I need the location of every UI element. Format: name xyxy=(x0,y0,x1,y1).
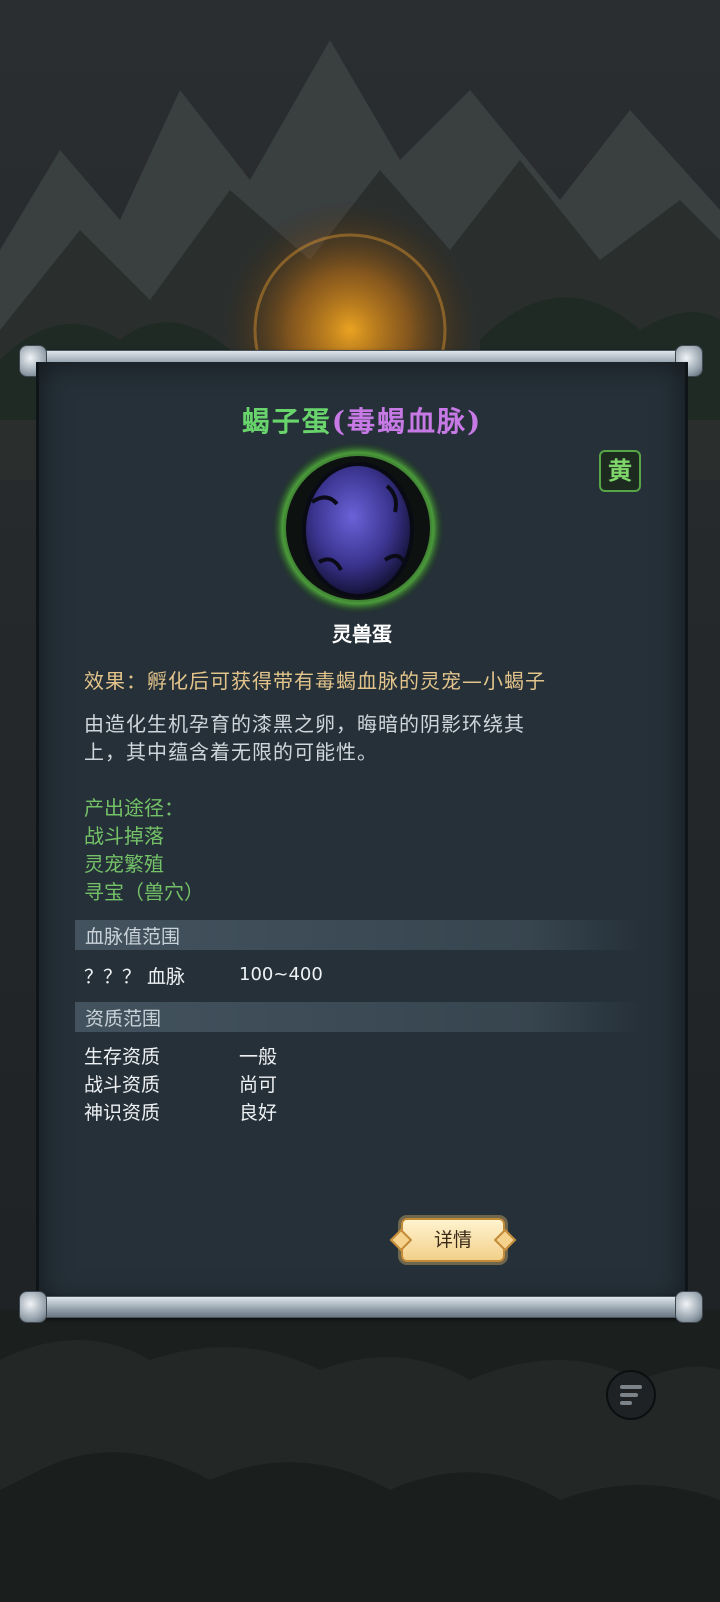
item-type: 灵兽蛋 xyxy=(332,622,392,646)
grade-badge: 黄 xyxy=(599,450,641,492)
bloodline-value: 100~400 xyxy=(239,964,323,985)
menu-button[interactable] xyxy=(606,1370,656,1420)
scroll-knob-right xyxy=(675,1291,703,1323)
item-detail-panel: 蝎子蛋(毒蝎血脉) 黄 灵兽蛋 效果：孵化后可获得带有毒蝎血脉的灵宠—小蝎子 由… xyxy=(36,362,688,1306)
aptitude-value: 一般 xyxy=(239,1046,278,1068)
item-name: 蝎子蛋 xyxy=(241,405,332,438)
item-bloodline: (毒蝎血脉) xyxy=(331,405,483,438)
sources-header: 产出途径： xyxy=(84,796,184,820)
aptitude-value: 良好 xyxy=(239,1102,278,1124)
description-line-1: 由造化生机孕育的漆黑之卵，晦暗的阴影环绕其 xyxy=(84,712,525,736)
source-item: 灵宠繁殖 xyxy=(84,852,164,876)
item-description: 由造化生机孕育的漆黑之卵，晦暗的阴影环绕其 上，其中蕴含着无限的可能性。 xyxy=(84,710,624,766)
bloodline-section-title: 血脉值范围 xyxy=(85,926,181,948)
description-line-2: 上，其中蕴含着无限的可能性。 xyxy=(84,740,378,764)
aptitude-section-title: 资质范围 xyxy=(85,1008,162,1030)
aptitude-value: 尚可 xyxy=(239,1074,278,1096)
source-item: 战斗掉落 xyxy=(84,824,164,848)
item-title: 蝎子蛋(毒蝎血脉) xyxy=(39,400,685,440)
aptitude-label: 战斗资质 xyxy=(84,1074,161,1096)
dark-egg-icon xyxy=(272,442,444,614)
aptitude-section-header: 资质范围 xyxy=(75,1002,645,1032)
scroll-knob-left xyxy=(19,1291,47,1323)
aptitude-label: 神识资质 xyxy=(84,1102,161,1124)
bloodline-section-header: 血脉值范围 xyxy=(75,920,645,950)
source-item: 寻宝（兽穴） xyxy=(84,880,204,904)
detail-button[interactable]: 详情 xyxy=(401,1218,505,1262)
aptitude-label: 生存资质 xyxy=(84,1046,161,1068)
item-effect: 效果：孵化后可获得带有毒蝎血脉的灵宠—小蝎子 xyxy=(84,669,546,693)
bloodline-label: ？？？ 血脉 xyxy=(84,966,186,988)
scroll-bottom-rod xyxy=(19,1291,703,1323)
